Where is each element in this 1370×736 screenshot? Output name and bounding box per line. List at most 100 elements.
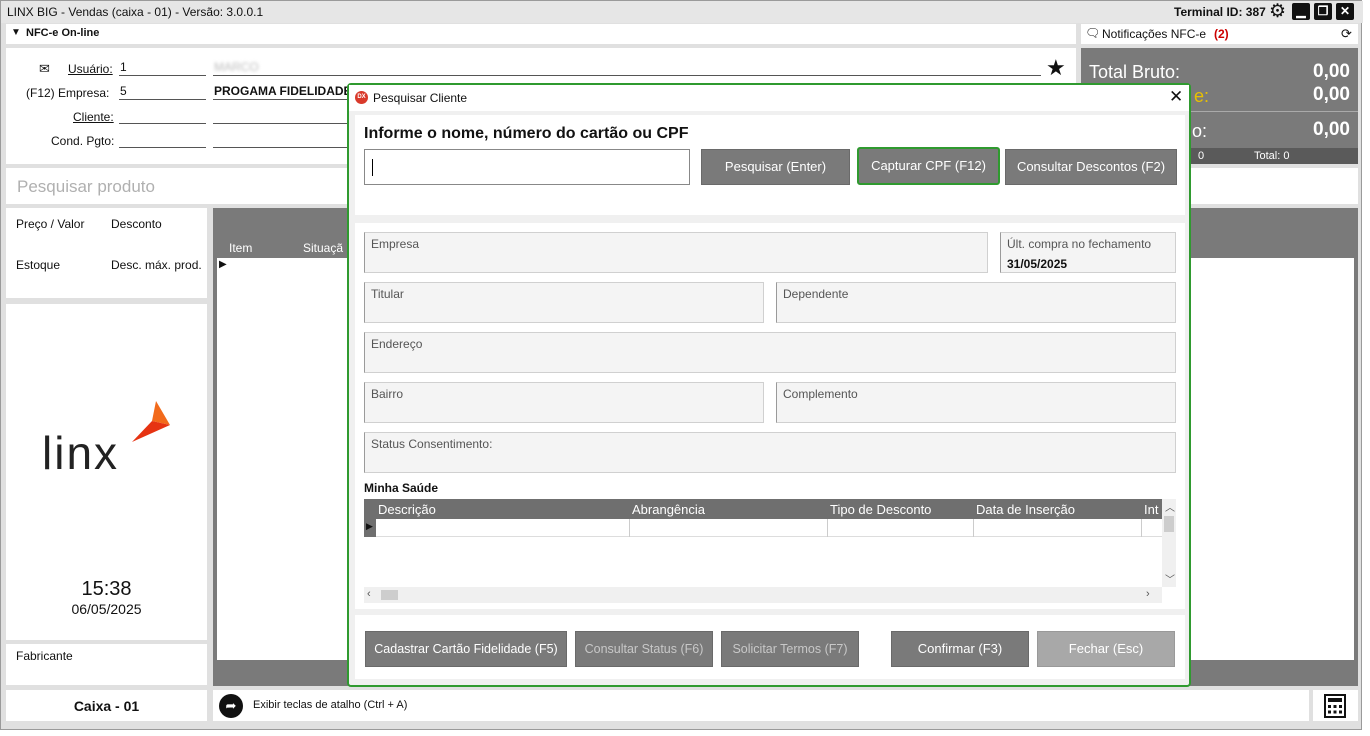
minimize-button[interactable]: ▁	[1292, 3, 1310, 20]
caixa-panel: Caixa - 01	[6, 690, 207, 721]
product-search-placeholder: Pesquisar produto	[17, 177, 155, 196]
dialog-close-icon[interactable]: ✕	[1169, 87, 1183, 107]
restore-button[interactable]: ❐	[1314, 3, 1332, 20]
preco-label: Preço / Valor	[16, 217, 85, 231]
dialog-search-section: Informe o nome, número do cartão ou CPF …	[355, 115, 1185, 215]
totals-row2-label: e:	[1194, 86, 1210, 106]
dependente-field: Dependente	[776, 282, 1176, 323]
col-data-insercao: Data de Inserção	[976, 502, 1076, 517]
fabricante-panel: Fabricante	[6, 644, 207, 685]
dialog-title: Pesquisar Cliente	[373, 91, 468, 105]
ult-compra-field: Últ. compra no fechamento 31/05/2025	[1000, 232, 1176, 273]
cliente-code-field[interactable]	[119, 108, 206, 124]
col-int: Int	[1144, 502, 1159, 517]
consultar-status-button[interactable]: Consultar Status (F6)	[575, 631, 713, 667]
pesquisar-button[interactable]: Pesquisar (Enter)	[701, 149, 850, 185]
linx-logo-text: linx	[42, 427, 120, 479]
usuario-name-field: MARCO	[213, 60, 1041, 76]
ult-compra-value: 31/05/2025	[1007, 257, 1068, 271]
row-pointer-icon: ▶	[366, 521, 373, 531]
cliente-label: Cliente:	[73, 110, 114, 124]
close-button[interactable]: ✕	[1336, 3, 1354, 20]
row-pointer-icon: ▶	[219, 259, 227, 270]
logo-clock-panel: linx 15:38 06/05/2025	[6, 304, 207, 640]
grid-row-line	[376, 536, 1162, 537]
horizontal-scroll-thumb[interactable]	[381, 590, 398, 600]
complemento-field: Complemento	[776, 382, 1176, 423]
caixa-label: Caixa - 01	[73, 698, 140, 714]
dialog-title-bar: DX Pesquisar Cliente ✕	[349, 85, 1189, 111]
consultar-descontos-button[interactable]: Consultar Descontos (F2)	[1005, 149, 1177, 185]
desconto-label: Desconto	[111, 217, 162, 231]
calculator-panel[interactable]	[1313, 690, 1358, 721]
pesquisar-cliente-dialog: DX Pesquisar Cliente ✕ Informe o nome, n…	[347, 83, 1191, 687]
dialog-details-section: Empresa Últ. compra no fechamento 31/05/…	[355, 223, 1185, 609]
solicitar-termos-button[interactable]: Solicitar Termos (F7)	[721, 631, 859, 667]
text-caret	[372, 159, 373, 176]
fechar-button[interactable]: Fechar (Esc)	[1037, 631, 1175, 667]
items-col-situacao: Situaçã	[303, 241, 344, 255]
status-consentimento-field: Status Consentimento:	[364, 432, 1176, 473]
grid-header: Descrição Abrangência Tipo de Desconto D…	[364, 499, 1162, 519]
calculator-icon[interactable]	[1324, 694, 1346, 718]
star-icon[interactable]: ★	[1046, 57, 1066, 79]
total-bruto-value: 0,00	[1313, 61, 1350, 82]
col-tipo-desconto: Tipo de Desconto	[830, 502, 932, 517]
empresa-code-field[interactable]: 5	[119, 84, 206, 100]
arrow-right-icon[interactable]: ➦	[219, 694, 243, 718]
customer-search-input[interactable]	[364, 149, 690, 185]
shortcut-label[interactable]: Exibir teclas de atalho (Ctrl + A)	[253, 699, 407, 711]
endereco-field: Endereço	[364, 332, 1176, 373]
linx-logo-mark	[132, 401, 170, 442]
notifications-label: Notificações NFC-e	[1102, 27, 1207, 41]
nfce-mode-bar[interactable]: ▼ NFC-e On-line	[6, 24, 1076, 44]
col-abrangencia: Abrangência	[632, 502, 705, 517]
usuario-code-field[interactable]: 1	[119, 60, 206, 76]
nfce-notifications-bar[interactable]: 🗨 Notificações NFC-e (2) ⟳	[1081, 24, 1358, 44]
totals-row3-value: 0,00	[1313, 119, 1350, 140]
dialog-footer: Cadastrar Cartão Fidelidade (F5) Consult…	[355, 615, 1185, 679]
cond-pgto-label: Cond. Pgto:	[51, 134, 115, 148]
scroll-up-icon[interactable]: ︿	[1165, 499, 1175, 514]
usuario-label: Usuário:	[68, 62, 113, 76]
grid-col-sep-2	[827, 519, 828, 537]
col-descricao: Descrição	[378, 502, 436, 517]
window-title: LINX BIG - Vendas (caixa - 01) - Versão:…	[7, 5, 264, 19]
empresa-field: Empresa	[364, 232, 988, 273]
capturar-cpf-button[interactable]: Capturar CPF (F12)	[857, 147, 1000, 185]
total-bruto-label: Total Bruto:	[1089, 62, 1181, 82]
scroll-left-icon[interactable]: ‹	[367, 588, 371, 600]
mail-icon: ✉	[39, 61, 50, 76]
totals-row3-label: o:	[1192, 121, 1208, 141]
refresh-icon[interactable]: ⟳	[1341, 26, 1352, 42]
nfce-mode-label: NFC-e On-line	[26, 27, 100, 39]
total-count: Total: 0	[1254, 150, 1290, 162]
grid-col-sep-3	[973, 519, 974, 537]
fabricante-label: Fabricante	[16, 649, 73, 663]
clock-time: 15:38	[81, 578, 132, 600]
titular-field: Titular	[364, 282, 764, 323]
cadastrar-cartao-button[interactable]: Cadastrar Cartão Fidelidade (F5)	[365, 631, 567, 667]
minha-saude-heading: Minha Saúde	[364, 481, 439, 495]
minha-saude-grid[interactable]: Descrição Abrangência Tipo de Desconto D…	[364, 499, 1176, 603]
chat-icon: 🗨	[1085, 26, 1101, 40]
horizontal-scrollbar[interactable]: ‹ ›	[364, 587, 1162, 603]
dialog-prompt: Informe o nome, número do cartão ou CPF	[364, 125, 689, 142]
app-logo-icon: DX	[355, 91, 368, 104]
items-col-item: Item	[229, 241, 253, 255]
estoque-label: Estoque	[16, 258, 61, 272]
totals-row2-value: 0,00	[1313, 84, 1350, 105]
clock-date: 06/05/2025	[71, 601, 142, 617]
confirmar-button[interactable]: Confirmar (F3)	[891, 631, 1029, 667]
vertical-scrollbar[interactable]: ︿ ﹀	[1162, 499, 1176, 587]
empresa-label: (F12) Empresa:	[26, 86, 110, 100]
gear-icon[interactable]: ⚙	[1269, 2, 1286, 21]
scroll-down-icon[interactable]: ﹀	[1165, 571, 1175, 586]
vertical-scroll-thumb[interactable]	[1164, 516, 1174, 532]
price-info-panel: Preço / Valor Desconto Estoque Desc. máx…	[6, 208, 207, 298]
scroll-right-icon[interactable]: ›	[1146, 588, 1150, 600]
grid-col-sep-4	[1141, 519, 1142, 537]
cond-pgto-code-field[interactable]	[119, 132, 206, 148]
shortcut-panel: ➦ Exibir teclas de atalho (Ctrl + A)	[213, 690, 1309, 721]
desc-max-label: Desc. máx. prod.	[111, 258, 202, 272]
